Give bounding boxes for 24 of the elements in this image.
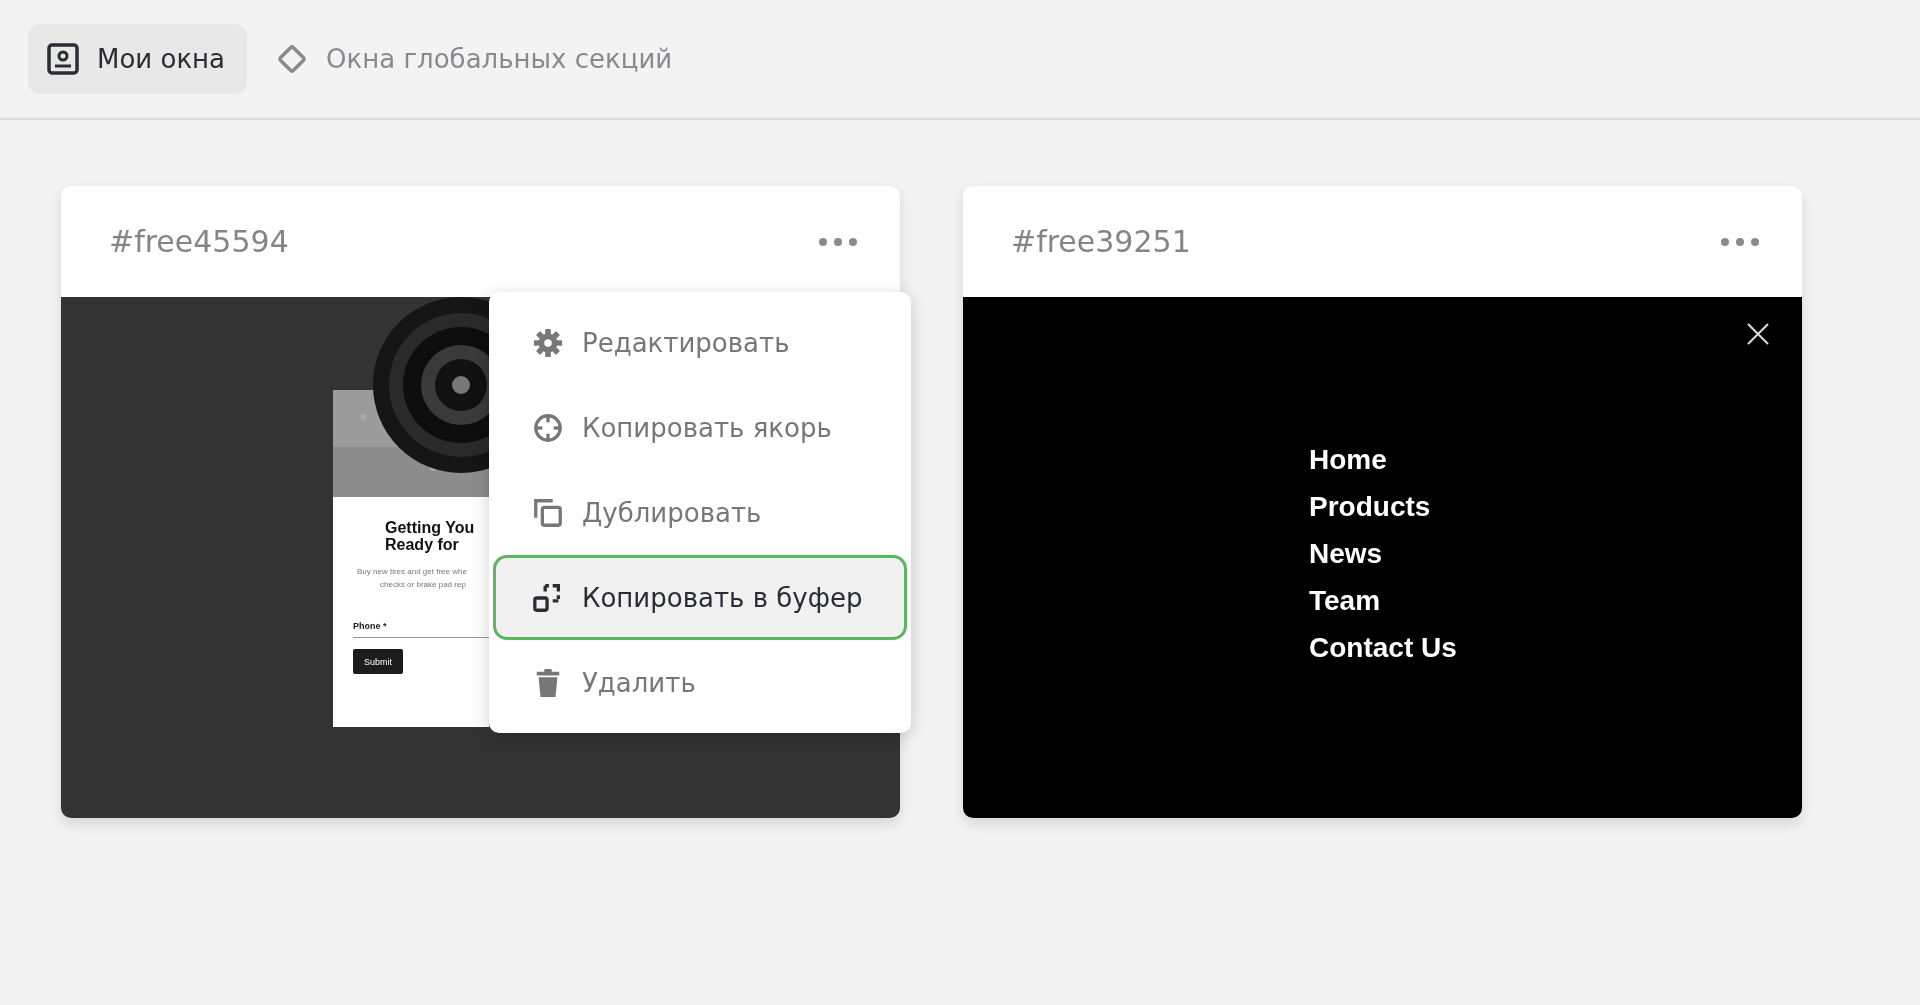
nav-link: News	[1309, 537, 1383, 571]
crosshair-icon	[532, 411, 564, 444]
nav-link: Contact Us	[1309, 631, 1457, 665]
card-title: #free39251	[1011, 224, 1191, 259]
portrait-icon	[46, 42, 80, 76]
more-icon[interactable]	[1720, 236, 1760, 247]
card-title: #free45594	[109, 224, 289, 259]
form-heading: Getting You	[384, 519, 476, 536]
nav-link: Team	[1309, 584, 1381, 618]
nav-link: Home	[1309, 443, 1387, 477]
submit-button: Submit	[353, 649, 403, 674]
field-label: Phone *	[353, 621, 387, 631]
form-text: Buy new tires and get free whe	[356, 566, 467, 578]
form-text: checks or brake pad rep	[379, 579, 466, 591]
tab[interactable]: Мои окна	[28, 24, 248, 94]
window-card[interactable]: #free39251 Home Products News Team Contact Us	[963, 186, 1802, 818]
gear-icon	[532, 326, 564, 359]
nav-link: Products	[1309, 490, 1431, 524]
close-icon	[1746, 322, 1770, 346]
tab[interactable]: Окна глобальных секций	[257, 24, 695, 94]
duplicate-icon	[532, 496, 564, 529]
form-heading: Ready for	[384, 536, 460, 553]
more-icon[interactable]	[818, 236, 858, 247]
menu-item[interactable]: Копировать в буфер	[493, 555, 907, 640]
